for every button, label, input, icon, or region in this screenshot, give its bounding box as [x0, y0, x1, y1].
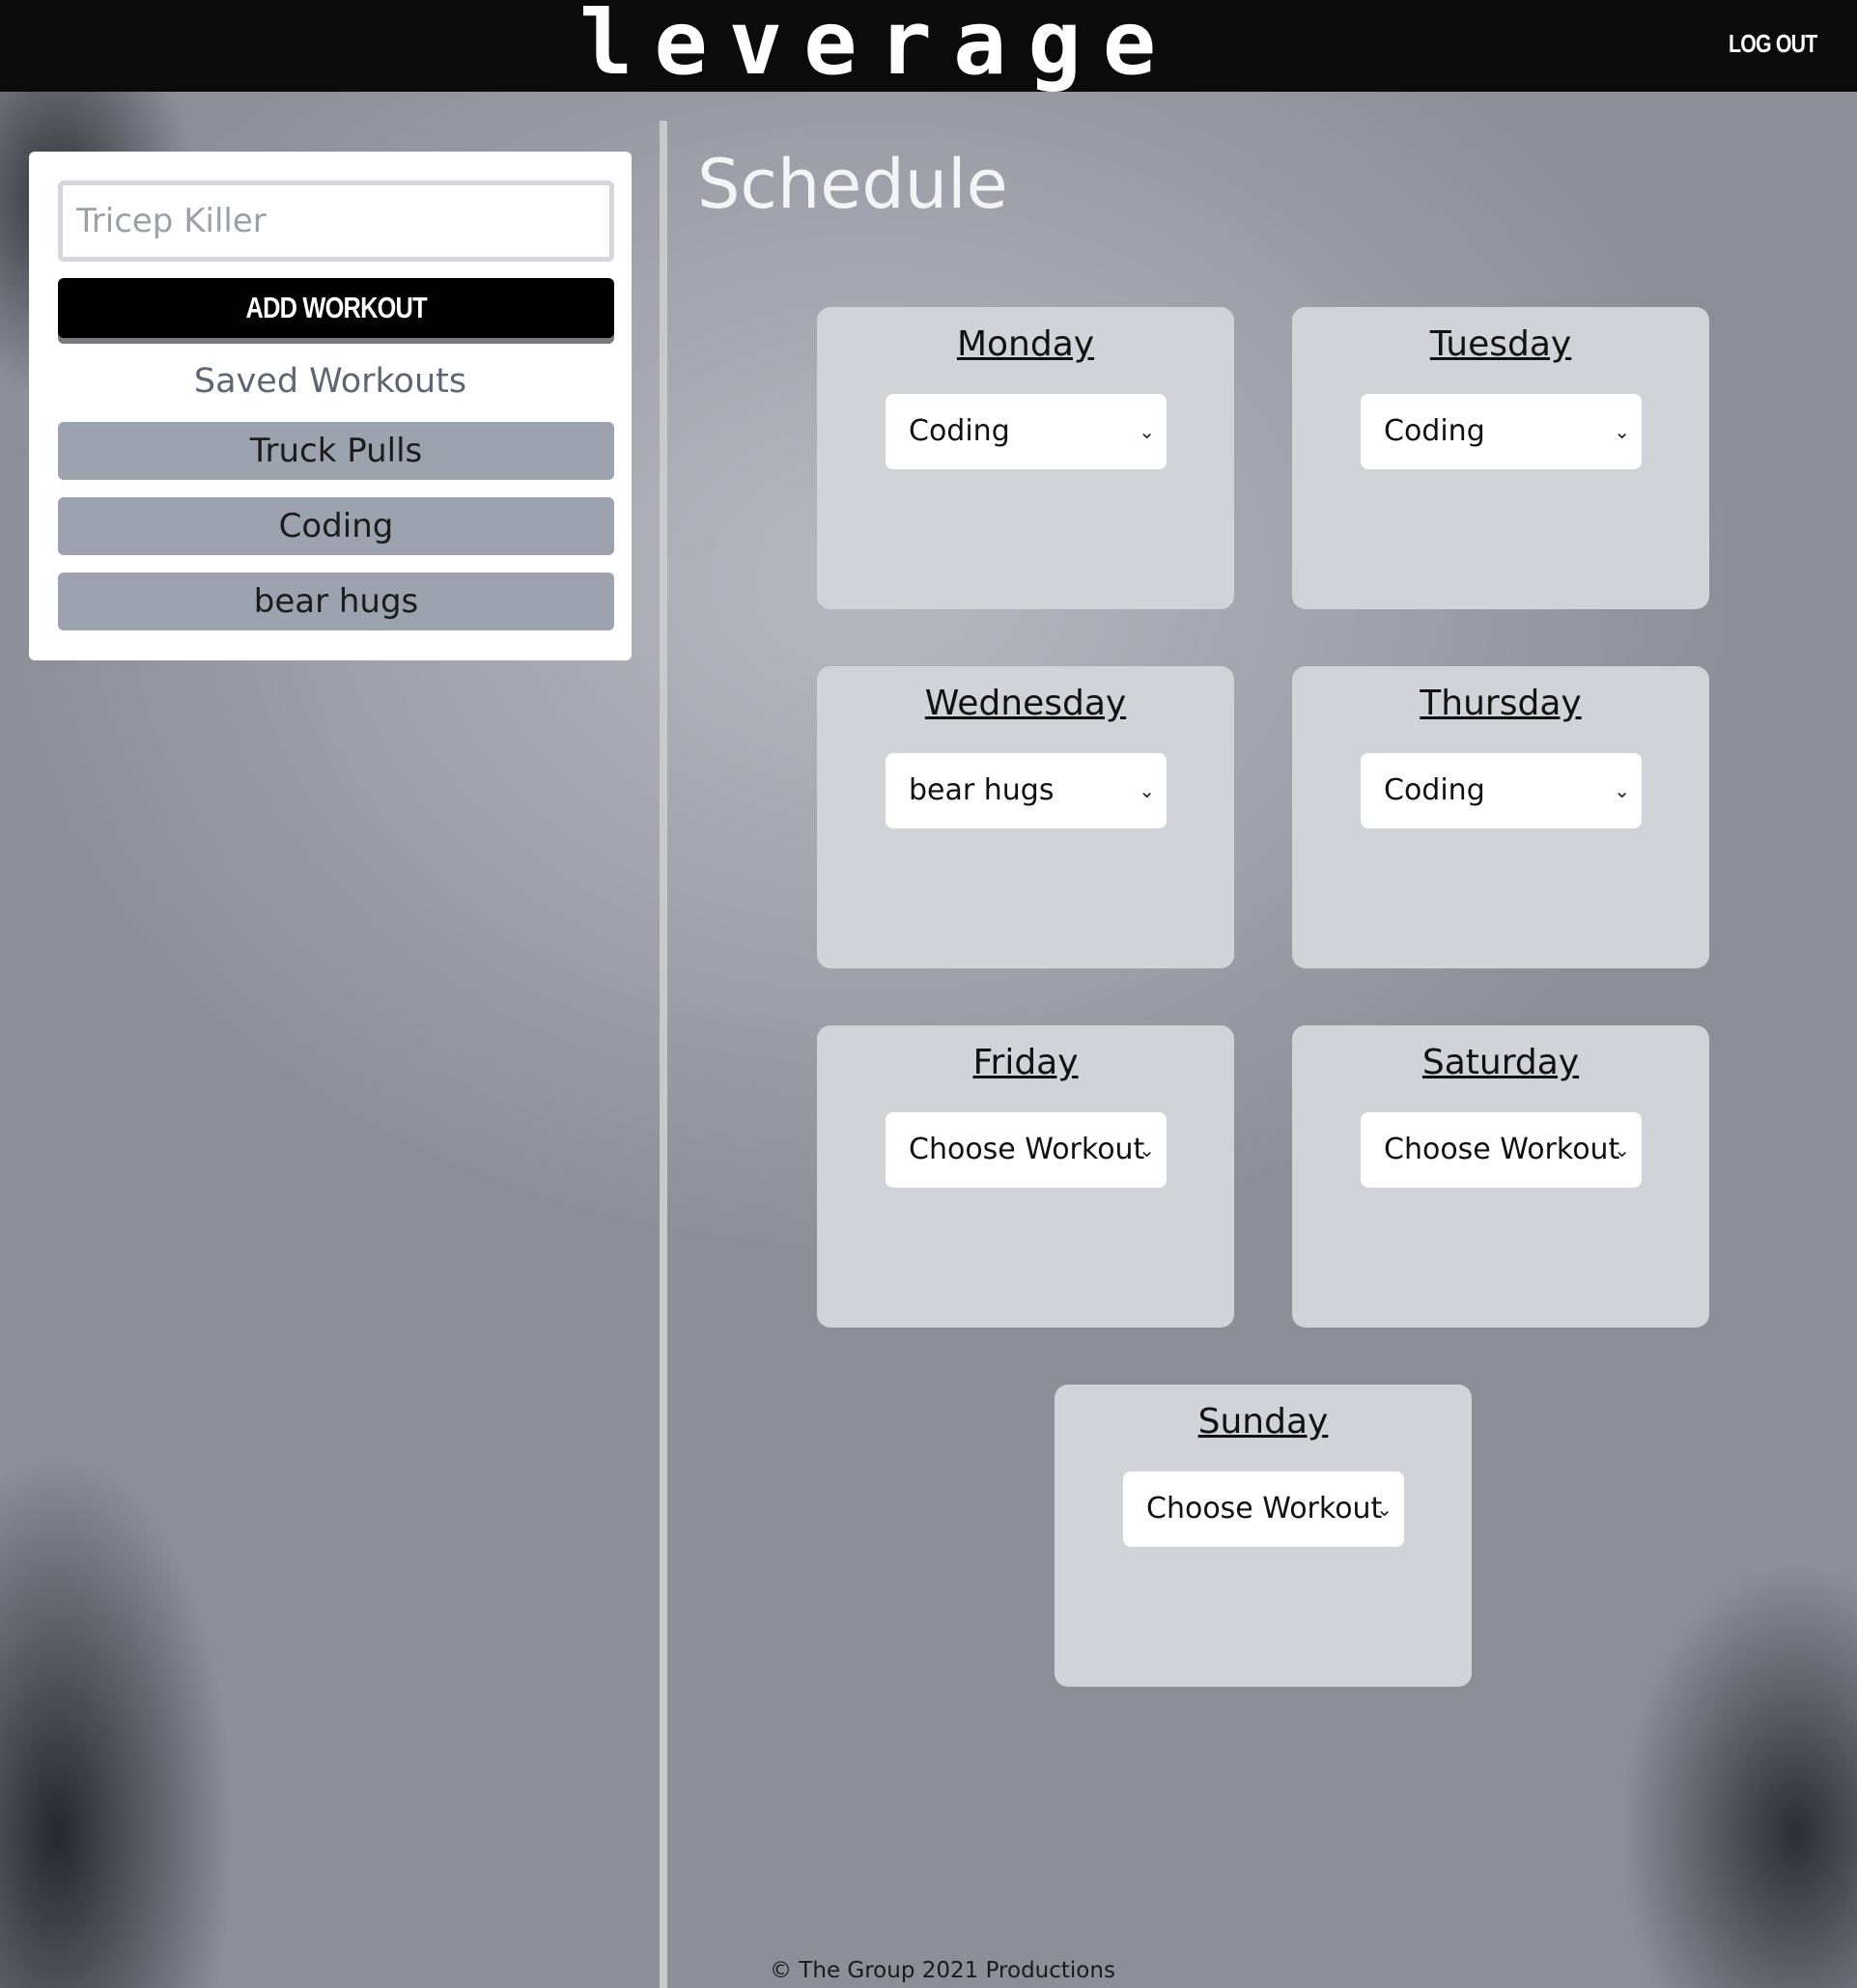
workout-select-wednesday[interactable]: bear hugs ⌄ [886, 753, 1167, 828]
add-workout-label: ADD WORKOUT [245, 291, 427, 324]
vertical-divider [660, 121, 667, 1988]
chevron-down-icon: ⌄ [1139, 779, 1155, 802]
selected-workout: Coding [909, 414, 1010, 448]
chevron-down-icon: ⌄ [1614, 420, 1630, 443]
selected-workout: Choose Workout [1146, 1492, 1383, 1526]
selected-workout: Coding [1384, 773, 1485, 807]
selected-workout: Choose Workout [909, 1133, 1145, 1166]
workout-select-saturday[interactable]: Choose Workout ⌄ [1361, 1112, 1642, 1188]
day-card-thursday: Thursday Coding ⌄ [1292, 666, 1709, 968]
workout-select-sunday[interactable]: Choose Workout ⌄ [1123, 1471, 1404, 1547]
day-card-tuesday: Tuesday Coding ⌄ [1292, 307, 1709, 609]
day-card-wednesday: Wednesday bear hugs ⌄ [817, 666, 1234, 968]
day-name: Friday [972, 1043, 1079, 1082]
selected-workout: Choose Workout [1384, 1133, 1620, 1166]
saved-workout-item[interactable]: Truck Pulls [58, 422, 614, 480]
workout-select-friday[interactable]: Choose Workout ⌄ [886, 1112, 1167, 1188]
day-name: Sunday [1197, 1402, 1329, 1442]
day-name: Saturday [1421, 1043, 1580, 1082]
day-card-sunday: Sunday Choose Workout ⌄ [1055, 1385, 1472, 1687]
workout-select-thursday[interactable]: Coding ⌄ [1361, 753, 1642, 828]
logout-button[interactable]: LOG OUT [1729, 29, 1817, 59]
day-card-saturday: Saturday Choose Workout ⌄ [1292, 1025, 1709, 1328]
workout-name-input[interactable] [58, 181, 614, 262]
day-card-friday: Friday Choose Workout ⌄ [817, 1025, 1234, 1328]
workout-select-monday[interactable]: Coding ⌄ [886, 394, 1167, 469]
workout-select-tuesday[interactable]: Coding ⌄ [1361, 394, 1642, 469]
chevron-down-icon: ⌄ [1139, 1138, 1155, 1162]
day-name: Wednesday [924, 684, 1127, 723]
footer-copyright: © The Group 2021 Productions [770, 1958, 1115, 1983]
day-name: Tuesday [1429, 324, 1572, 364]
saved-workout-item[interactable]: bear hugs [58, 573, 614, 630]
selected-workout: bear hugs [909, 773, 1055, 807]
brand-logo[interactable]: leverage [579, 0, 1178, 92]
day-card-monday: Monday Coding ⌄ [817, 307, 1234, 609]
day-name: Monday [956, 324, 1095, 364]
chevron-down-icon: ⌄ [1139, 420, 1155, 443]
day-name: Thursday [1420, 684, 1582, 723]
saved-workout-item[interactable]: Coding [58, 497, 614, 555]
workout-panel: ADD WORKOUT Saved Workouts Truck Pulls C… [29, 152, 632, 660]
chevron-down-icon: ⌄ [1376, 1498, 1393, 1521]
top-navbar: leverage LOG OUT [0, 0, 1857, 92]
page-title: Schedule [697, 145, 1008, 224]
add-workout-button[interactable]: ADD WORKOUT [58, 278, 614, 338]
chevron-down-icon: ⌄ [1614, 779, 1630, 802]
chevron-down-icon: ⌄ [1614, 1138, 1630, 1162]
saved-workouts-heading: Saved Workouts [193, 362, 467, 401]
selected-workout: Coding [1384, 414, 1485, 448]
